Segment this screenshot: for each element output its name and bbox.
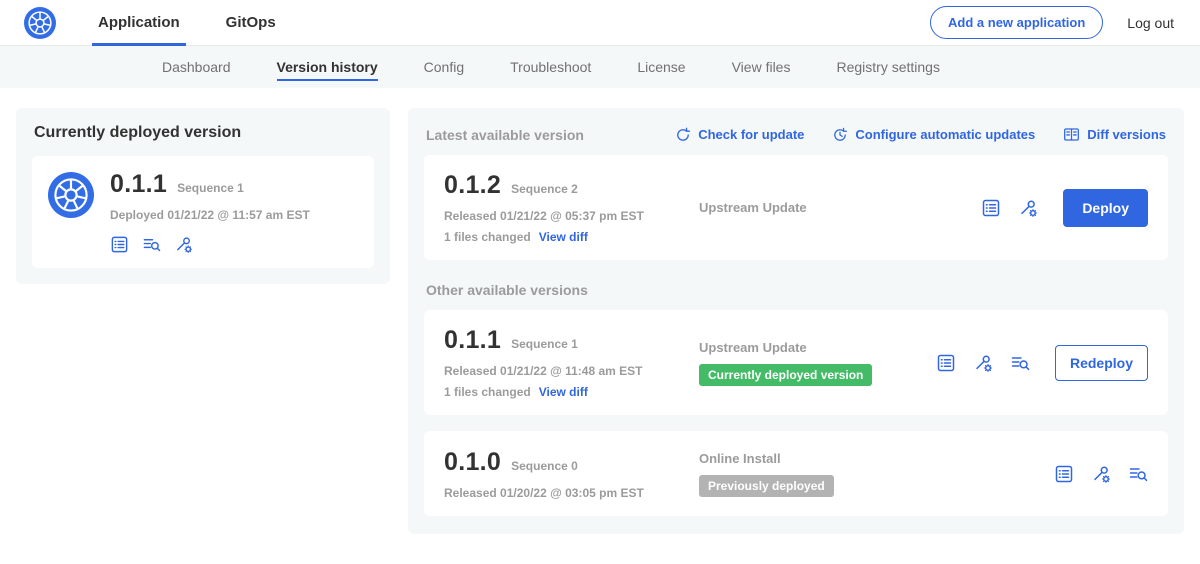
sequence-label: Sequence 1 [511,337,578,351]
released-timestamp: Released 01/20/22 @ 03:05 pm EST [444,486,699,500]
release-notes-icon[interactable] [936,353,956,373]
deployed-version-info: 0.1.1 Sequence 1 Deployed 01/21/22 @ 11:… [110,170,310,254]
version-info: 0.1.1 Sequence 1 Released 01/21/22 @ 11:… [444,326,699,399]
tab-application[interactable]: Application [92,0,186,46]
released-timestamp: Released 01/21/22 @ 05:37 pm EST [444,209,699,223]
main-content: Currently deployed version 0.1.1 Sequenc… [0,88,1200,554]
files-changed-label: 1 files changed [444,385,531,399]
version-number: 0.1.0 [444,448,501,477]
currently-deployed-title: Currently deployed version [34,124,374,142]
currently-deployed-card: Currently deployed version 0.1.1 Sequenc… [16,108,390,284]
add-application-button[interactable]: Add a new application [930,6,1103,39]
config-icon[interactable] [1018,198,1038,218]
version-card-0-1-1: 0.1.1 Sequence 1 Released 01/21/22 @ 11:… [424,310,1168,415]
version-actions [1054,464,1148,484]
top-header: Application GitOps Add a new application… [0,0,1200,46]
tab-gitops-label: GitOps [226,14,276,31]
version-actions: Redeploy [936,345,1148,381]
release-notes-icon[interactable] [110,235,129,254]
version-actions: Deploy [981,189,1148,227]
sequence-label: Sequence 2 [511,182,578,196]
kubernetes-logo-icon [24,7,56,39]
refresh-icon [675,127,691,143]
subnav-item-registry-settings[interactable]: Registry settings [836,59,939,75]
subnav-item-view-files[interactable]: View files [732,59,791,75]
file-diff-icon[interactable] [1010,353,1030,373]
version-source: Online Install Previously deployed [699,451,1054,497]
app-sub-nav: Dashboard Version history Config Trouble… [0,46,1200,88]
subnav-item-dashboard[interactable]: Dashboard [162,59,231,75]
file-diff-icon[interactable] [1128,464,1148,484]
diff-versions-link[interactable]: Diff versions [1063,126,1166,143]
version-number: 0.1.2 [444,171,501,200]
released-timestamp: Released 01/21/22 @ 11:48 am EST [444,364,699,378]
version-card-0-1-2: 0.1.2 Sequence 2 Released 01/21/22 @ 05:… [424,155,1168,260]
subnav-item-config[interactable]: Config [424,59,464,75]
diff-versions-icon [1063,126,1080,143]
panel-header: Latest available version Check for updat… [424,122,1168,155]
panel-actions: Check for update Configure automatic upd… [675,126,1166,143]
deployed-version-card: 0.1.1 Sequence 1 Deployed 01/21/22 @ 11:… [32,156,374,268]
header-actions: Add a new application Log out [930,6,1174,39]
version-info: 0.1.2 Sequence 2 Released 01/21/22 @ 05:… [444,171,699,244]
tab-application-label: Application [98,14,180,31]
sequence-label: Sequence 0 [511,459,578,473]
file-diff-icon[interactable] [142,235,161,254]
source-label: Online Install [699,451,781,466]
subnav-item-license[interactable]: License [637,59,685,75]
deployed-sequence-label: Sequence 1 [177,181,244,195]
deployed-timestamp: Deployed 01/21/22 @ 11:57 am EST [110,208,310,222]
logout-button[interactable]: Log out [1127,15,1174,31]
version-source: Upstream Update [699,200,981,215]
config-icon[interactable] [174,235,193,254]
currently-deployed-badge: Currently deployed version [699,364,872,386]
configure-automatic-updates-link[interactable]: Configure automatic updates [832,126,1035,143]
subnav-item-version-history[interactable]: Version history [277,59,378,75]
version-number: 0.1.1 [444,326,501,355]
subnav-item-troubleshoot[interactable]: Troubleshoot [510,59,591,75]
config-icon[interactable] [973,353,993,373]
version-info: 0.1.0 Sequence 0 Released 01/20/22 @ 03:… [444,448,699,500]
source-label: Upstream Update [699,340,807,355]
check-for-update-link[interactable]: Check for update [675,126,804,143]
latest-available-title: Latest available version [426,127,584,143]
release-notes-icon[interactable] [981,198,1001,218]
version-card-0-1-0: 0.1.0 Sequence 0 Released 01/20/22 @ 03:… [424,431,1168,516]
kubernetes-app-icon [48,172,94,218]
auto-update-icon [832,127,848,143]
files-changed-label: 1 files changed [444,230,531,244]
version-history-panel: Latest available version Check for updat… [408,108,1184,534]
view-diff-link[interactable]: View diff [539,230,588,244]
deploy-button[interactable]: Deploy [1063,189,1148,227]
release-notes-icon[interactable] [1054,464,1074,484]
deployed-version-number: 0.1.1 [110,170,167,199]
source-label: Upstream Update [699,200,807,215]
version-source: Upstream Update Currently deployed versi… [699,340,936,386]
config-icon[interactable] [1091,464,1111,484]
other-available-versions-title: Other available versions [426,282,1166,298]
view-diff-link[interactable]: View diff [539,385,588,399]
redeploy-button[interactable]: Redeploy [1055,345,1148,381]
previously-deployed-badge: Previously deployed [699,475,834,497]
tab-gitops[interactable]: GitOps [220,0,282,46]
